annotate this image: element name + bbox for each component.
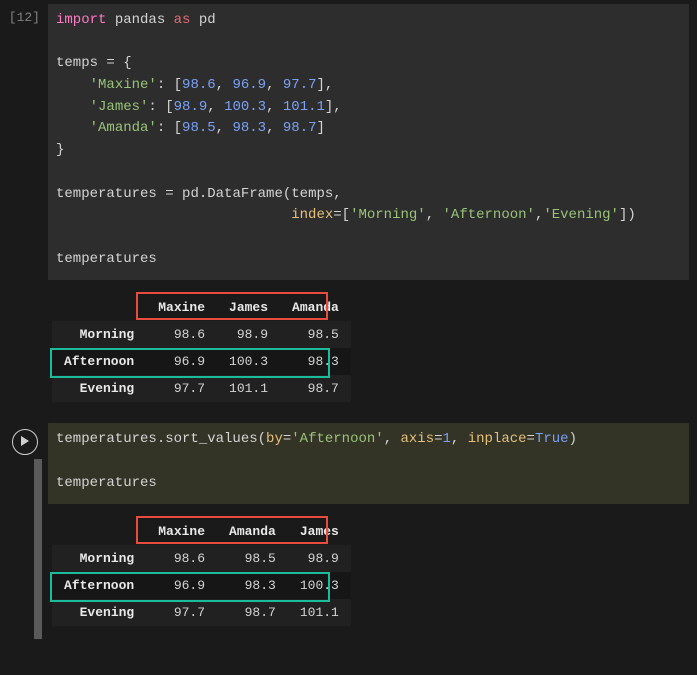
- code-cell-2: temperatures.sort_values(by='Afternoon',…: [0, 423, 697, 639]
- alias: pd: [199, 12, 216, 28]
- cell-output-1: Maxine James Amanda Morning 98.6 98.9 98…: [48, 280, 689, 415]
- var-temps: temps: [56, 55, 98, 71]
- code-editor[interactable]: temperatures.sort_values(by='Afternoon',…: [48, 423, 689, 504]
- table-row: Afternoon 96.9 100.3 98.3: [52, 348, 351, 375]
- cell-body: import pandas as pd temps = { 'Maxine': …: [46, 4, 697, 415]
- col-header: Amanda: [280, 294, 351, 321]
- col-header: Amanda: [217, 518, 288, 545]
- keyword-import: import: [56, 12, 106, 28]
- table-row: Evening 97.7 101.1 98.7: [52, 375, 351, 402]
- code-cell-1: [12] import pandas as pd temps = { 'Maxi…: [0, 4, 697, 415]
- cell-output-2: Maxine Amanda James Morning 98.6 98.5 98…: [48, 504, 689, 639]
- dataframe-table-1: Maxine James Amanda Morning 98.6 98.9 98…: [52, 294, 351, 402]
- code-editor[interactable]: import pandas as pd temps = { 'Maxine': …: [48, 4, 689, 280]
- col-header: James: [217, 294, 280, 321]
- run-cell-button[interactable]: [12, 429, 38, 455]
- col-header: Maxine: [146, 294, 217, 321]
- table-row: Morning 98.6 98.9 98.5: [52, 321, 351, 348]
- execution-count: [12]: [9, 10, 40, 25]
- notebook: [12] import pandas as pd temps = { 'Maxi…: [0, 0, 697, 651]
- dataframe-table-2: Maxine Amanda James Morning 98.6 98.5 98…: [52, 518, 351, 626]
- table-row: Afternoon 96.9 98.3 100.3: [52, 572, 351, 599]
- table-row: Evening 97.7 98.7 101.1: [52, 599, 351, 626]
- cell-body: temperatures.sort_values(by='Afternoon',…: [46, 423, 697, 639]
- cell-focus-bar: [34, 459, 42, 639]
- module-name: pandas: [115, 12, 165, 28]
- keyword-as: as: [174, 12, 191, 28]
- cell-gutter: [12]: [0, 4, 46, 415]
- play-icon: [20, 435, 30, 450]
- table-row: Morning 98.6 98.5 98.9: [52, 545, 351, 572]
- col-header: James: [288, 518, 351, 545]
- cell-gutter: [0, 423, 46, 639]
- col-header: Maxine: [146, 518, 217, 545]
